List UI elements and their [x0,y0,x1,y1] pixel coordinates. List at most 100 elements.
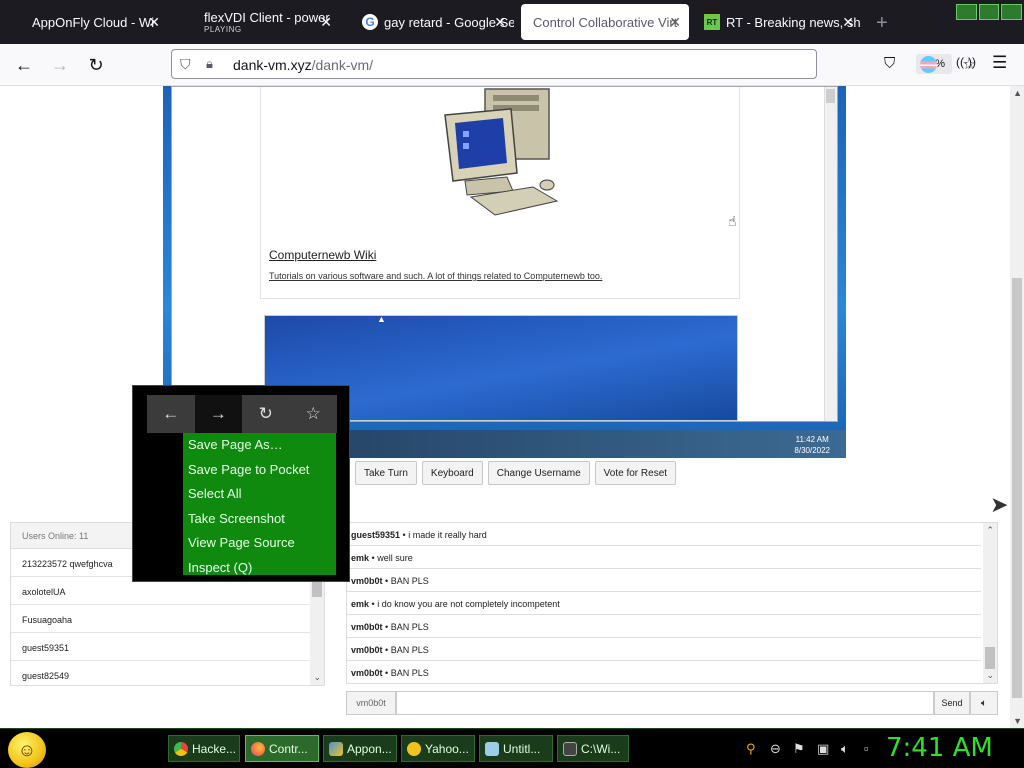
start-button[interactable]: ☺ [8,732,46,768]
user-list-item[interactable]: guest59351 [11,633,324,661]
chevron-down-icon[interactable]: ⌄ [986,670,994,681]
chat-text: BAN PLS [390,668,429,678]
menu-item-inspect[interactable]: Inspect (Q) [183,556,336,581]
pocket-icon[interactable]: ⛉ [884,55,895,72]
menu-item-save-to-pocket[interactable]: Save Page to Pocket [183,458,336,483]
shield-icon[interactable]: ⛉ [180,56,191,73]
chat-text: BAN PLS [390,576,429,586]
back-button[interactable]: ← [12,53,36,77]
vm-page-scrollbar[interactable] [824,87,837,421]
context-forward-icon[interactable]: → [194,395,242,433]
url-bar[interactable]: ⛉ 🔒︎ dank-vm.xyz/dank-vm/ 67% ☆ [171,49,976,79]
taskbar-item-label: Yahoo... [425,741,469,756]
user-list-item[interactable]: guest82549 [11,661,324,685]
taskbar-item-hacker[interactable]: Hacke... [168,735,240,762]
close-icon[interactable]: ✕ [494,14,506,31]
close-icon[interactable]: ✕ [320,14,332,31]
profile-avatar[interactable] [920,56,937,73]
tab-control-collaborative[interactable]: Control Collaborative Virt ✕ [521,4,689,40]
vm-browser-window[interactable]: Computernewb Wiki Tutorials on various s… [171,86,838,422]
network-icon[interactable]: ▣ [817,741,829,757]
flag-icon[interactable]: ⚑ [793,741,805,757]
url-text[interactable]: dank-vm.xyz/dank-vm/ [233,57,373,73]
menu-item-view-page-source[interactable]: View Page Source [183,531,336,556]
chat-message: vm0b0t • BAN PLS [347,615,981,638]
wiki-card-title[interactable]: Computernewb Wiki [269,248,376,262]
extension-icon[interactable]: ((·)) [956,55,976,69]
new-tab-button[interactable]: + [876,12,888,35]
vm-clock-date: 8/30/2022 [794,446,830,455]
arrow-cursor-icon: ➤ [990,492,1009,517]
firefox-icon [251,741,265,756]
tab-flexvdi[interactable]: flexVDI Client - power PLAYING ✕ [192,4,340,40]
tab-apponfly[interactable]: AppOnFly Cloud - Wi ✕ [20,4,168,40]
taskbar-item-label: Untitl... [503,741,541,756]
wiki-card-description[interactable]: Tutorials on various software and such. … [269,271,602,281]
take-turn-button[interactable]: Take Turn [355,461,417,485]
context-back-icon[interactable]: ← [147,395,195,433]
chat-separator: • [385,576,389,586]
chrome-icon [174,741,188,756]
chevron-up-icon[interactable]: ▲ [1013,88,1022,98]
menu-item-take-screenshot[interactable]: Take Screenshot [183,507,336,532]
close-icon[interactable]: ✕ [842,14,854,31]
search-icon[interactable]: ⚲ [746,741,756,757]
taskbar-item-label: Contr... [269,741,308,756]
os-taskbar: ☺ Hacke... Contr... Appon... Yahoo... Un… [0,728,1024,768]
taskbar-item-notepad[interactable]: Untitl... [479,735,553,762]
system-clock[interactable]: 7:41 AM [886,733,993,763]
chat-scrollbar[interactable]: ⌃ ⌄ [983,523,997,683]
page-scrollbar[interactable]: ▲ ▼ [1010,86,1024,728]
vm-clock: 11:42 AM 8/30/2022 [794,434,830,456]
menu-item-select-all[interactable]: Select All [183,482,336,507]
tab-rt[interactable]: RT RT - Breaking news, sh ✕ [692,4,862,40]
tab-label: flexVDI Client - power [204,9,330,25]
menu-hamburger-icon[interactable]: ☰ [992,53,1007,73]
chat-message-input[interactable] [396,691,934,715]
scroll-thumb[interactable] [1012,278,1022,698]
browser-tab-strip: AppOnFly Cloud - Wi ✕ flexVDI Client - p… [0,0,1024,44]
close-icon[interactable]: ✕ [148,14,160,31]
send-button[interactable]: Send [934,691,970,715]
chat-user: vm0b0t [351,645,383,655]
taskbar-item-cmd[interactable]: C:\Wi... [557,735,629,762]
window-controls[interactable] [956,4,1023,20]
chat-text: BAN PLS [390,622,429,632]
chat-user: guest59351 [351,530,401,540]
terminal-icon [563,741,577,756]
reload-button[interactable]: ↻ [84,53,108,77]
chat-message: emk • i do know you are not completely i… [347,592,981,615]
wiki-card[interactable]: Computernewb Wiki Tutorials on various s… [260,87,740,299]
minus-circle-icon[interactable]: ⊖ [770,741,781,757]
vote-reset-button[interactable]: Vote for Reset [594,461,677,485]
tab-label: Control Collaborative Virt [533,14,678,30]
volume-icon[interactable]: 🔈︎ [841,741,849,757]
chevron-down-icon[interactable]: ▼ [1013,716,1022,726]
close-icon[interactable]: ✕ [669,14,681,31]
notepad-icon [485,741,499,756]
chat-panel: guest59351 • i made it really hard emk •… [346,522,998,684]
taskbar-item-label: Appon... [347,741,392,756]
tray-overflow-icon[interactable]: ▫ [864,741,869,756]
keyboard-button[interactable]: Keyboard [421,461,483,485]
menu-item-save-page-as[interactable]: Save Page As… [183,433,336,458]
taskbar-item-control[interactable]: Contr... [245,735,319,762]
chevron-down-icon[interactable]: ⌄ [313,672,321,683]
scroll-thumb[interactable] [985,647,995,669]
taskbar-item-apponfly[interactable]: Appon... [323,735,397,762]
chevron-up-icon[interactable]: ⌃ [986,525,994,536]
chat-separator: • [371,599,375,609]
taskbar-item-yahoo[interactable]: Yahoo... [401,735,475,762]
tab-label: AppOnFly Cloud - Wi [32,14,155,30]
user-list-item[interactable]: Fusuagoaha [11,605,324,633]
change-username-button[interactable]: Change Username [487,461,590,485]
speaker-icon[interactable]: 🔈︎ [970,691,998,715]
tab-google[interactable]: G gay retard - Google Se ✕ [350,4,514,40]
context-menu-nav: ← → ↻ ☆ [147,395,337,433]
chat-user: vm0b0t [351,576,383,586]
lock-icon[interactable]: 🔒︎ [206,56,213,72]
context-bookmark-icon[interactable]: ☆ [290,395,338,433]
chat-input-row: vm0b0t Send 🔈︎ [346,691,998,715]
context-reload-icon[interactable]: ↻ [242,395,290,433]
forward-button[interactable]: → [48,53,72,77]
